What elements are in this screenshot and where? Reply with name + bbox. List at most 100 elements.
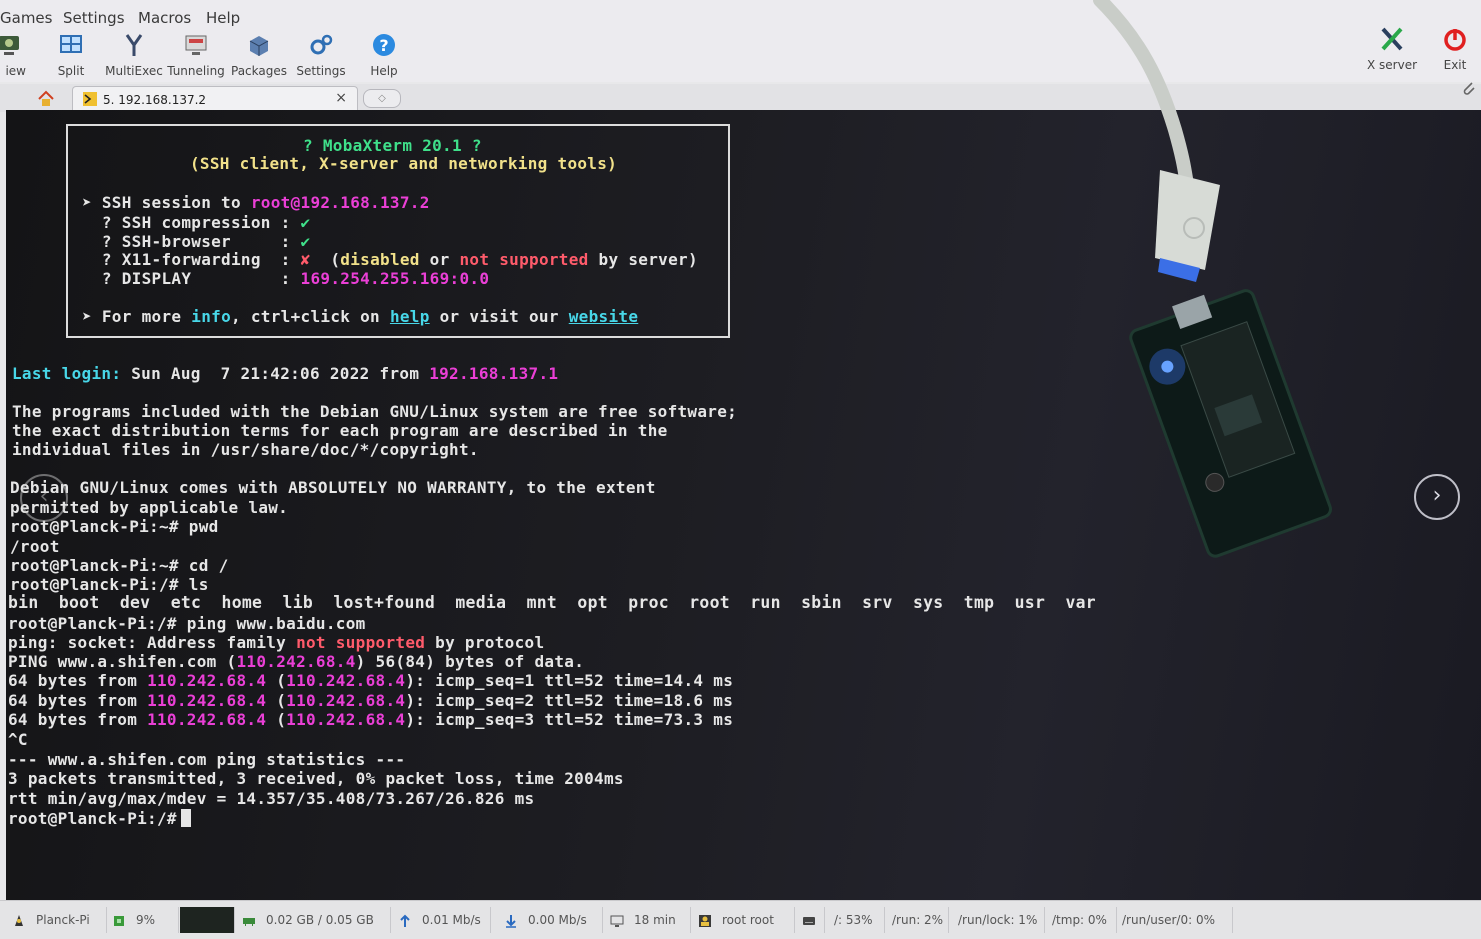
x11-disabled: disabled <box>340 250 420 269</box>
status-upload: 0.01 Mb/s <box>392 907 491 933</box>
help-button[interactable]: ? Help <box>353 32 415 78</box>
out-ls: bin boot dev etc home lib lost+found med… <box>8 593 1096 612</box>
split-button[interactable]: Split <box>40 32 102 78</box>
status-cpu: 9% <box>106 907 179 933</box>
svg-text:?: ? <box>379 36 388 55</box>
menu-games[interactable]: Games <box>0 9 52 27</box>
help-label: Help <box>370 64 398 78</box>
x11-close: by server) <box>588 250 698 269</box>
home-icon[interactable] <box>37 90 55 108</box>
warranty-line-1: Debian GNU/Linux comes with ABSOLUTELY N… <box>10 478 656 497</box>
website-link[interactable]: website <box>569 307 639 326</box>
reply-open: ( <box>266 671 287 690</box>
cpu-icon <box>114 915 124 926</box>
status-memory: 0.02 GB / 0.05 GB <box>236 907 391 933</box>
user-icon <box>699 914 711 927</box>
menu-macros[interactable]: Macros <box>138 9 191 27</box>
err-prefix: ping: socket: Address family <box>8 633 297 652</box>
multiexec-button[interactable]: MultiExec <box>103 32 165 78</box>
browser-label: ? SSH-browser : <box>82 232 301 251</box>
more-prefix: ➤ For more <box>82 307 192 326</box>
terminal-tab-icon <box>83 92 97 106</box>
settings-icon <box>310 34 333 55</box>
multiexec-label: MultiExec <box>105 64 163 78</box>
ping-header-line: PING www.a.shifen.com (110.242.68.4) 56(… <box>8 652 584 671</box>
users-value: root root <box>722 913 774 927</box>
reply-tail: icmp_seq=3 ttl=52 time=73.3 ms <box>435 710 734 729</box>
cpu-graph <box>180 907 235 933</box>
text-cursor <box>181 809 191 827</box>
banner-display-line: ? DISPLAY : 169.254.255.169:0.0 <box>82 269 489 288</box>
stats-header: --- www.a.shifen.com ping statistics --- <box>8 750 406 769</box>
banner-title-text: ? MobaXterm 20.1 ? <box>303 136 482 155</box>
packages-icon <box>249 36 269 56</box>
last-login-label: Last login: <box>12 364 122 383</box>
status-uptime: 18 min <box>604 907 691 933</box>
disk-icon <box>803 916 815 925</box>
attach-icon[interactable] <box>1460 80 1478 98</box>
cmd-ls: root@Planck-Pi:/# ls <box>10 575 209 594</box>
packages-button[interactable]: Packages <box>228 32 290 78</box>
reply-close: ): <box>405 691 436 710</box>
disk-run: /run: 2% <box>886 907 949 933</box>
upload-arrow-icon <box>400 914 410 927</box>
new-tab-button[interactable]: ◇ <box>363 89 401 108</box>
multiexec-icon <box>125 34 143 56</box>
reply-close: ): <box>405 671 436 690</box>
tunneling-button[interactable]: Tunneling <box>165 32 227 78</box>
host-name: Planck-Pi <box>36 913 90 927</box>
reply-ip-paren: 110.242.68.4 <box>286 691 406 710</box>
ping-reply-1: 64 bytes from 110.242.68.4 (110.242.68.4… <box>8 671 733 690</box>
xserver-button[interactable]: X server <box>1361 26 1423 72</box>
current-prompt[interactable]: root@Planck-Pi:/# <box>8 809 187 828</box>
download-arrow-icon <box>506 914 516 928</box>
exit-button[interactable]: Exit <box>1424 26 1481 72</box>
help-link[interactable]: help <box>390 307 430 326</box>
reply-ip: 110.242.68.4 <box>147 691 267 710</box>
linux-penguin-icon <box>15 914 23 926</box>
banner-x11-line: ? X11-forwarding : ✘ (disabled or not su… <box>82 250 698 269</box>
split-icon <box>60 35 82 53</box>
compression-label: ? SSH compression : <box>82 213 301 232</box>
reply-ip-paren: 110.242.68.4 <box>286 710 406 729</box>
status-users: root root <box>692 907 795 933</box>
previous-arrow-icon[interactable]: ‹ <box>20 474 68 522</box>
motd-line-2: the exact distribution terms for each pr… <box>12 421 668 440</box>
status-disk <box>796 907 825 933</box>
settings-button[interactable]: Settings <box>290 32 352 78</box>
usb-device-photo <box>1093 0 1332 558</box>
banner-title: ? MobaXterm 20.1 ? <box>303 136 482 155</box>
tab-label: 5. 192.168.137.2 <box>103 93 207 107</box>
ping-prefix: PING www.a.shifen.com ( <box>8 652 237 671</box>
disk-tmp: /tmp: 0% <box>1046 907 1117 933</box>
next-arrow-icon[interactable]: › <box>1414 474 1460 520</box>
check-icon: ✔ <box>300 232 311 251</box>
banner-more-line: ➤ For more info, ctrl+click on help or v… <box>82 307 638 326</box>
uptime-monitor-icon <box>610 915 624 927</box>
view-label: iew <box>5 64 26 78</box>
tab-session[interactable]: 5. 192.168.137.2 × <box>72 86 358 113</box>
tab-close-icon[interactable]: × <box>335 90 347 106</box>
upload-value: 0.01 Mb/s <box>422 913 481 927</box>
ctrl-c-line: ^C <box>8 730 28 749</box>
motd-line-1: The programs included with the Debian GN… <box>12 402 738 421</box>
packages-label: Packages <box>231 64 287 78</box>
reply-tail: icmp_seq=2 ttl=52 time=18.6 ms <box>435 691 734 710</box>
last-login-text: Sun Aug 7 21:42:06 2022 from <box>121 364 430 383</box>
help-icon: ? <box>373 34 395 56</box>
cpu-value: 9% <box>136 913 156 927</box>
info-link[interactable]: info <box>191 307 231 326</box>
tunneling-label: Tunneling <box>167 64 225 78</box>
reply-open: ( <box>266 710 287 729</box>
session-prefix: ➤ SSH session to <box>82 193 251 212</box>
session-host: 192.168.137.2 <box>300 193 430 212</box>
display-value: 169.254.255.169:0.0 <box>300 269 490 288</box>
view-button[interactable]: iew <box>0 32 40 78</box>
memory-value: 0.02 GB / 0.05 GB <box>266 913 374 927</box>
cmd-cd: root@Planck-Pi:~# cd / <box>10 556 229 575</box>
tunneling-icon <box>185 35 207 55</box>
menu-settings[interactable]: Settings <box>63 9 125 27</box>
exit-label: Exit <box>1443 58 1467 72</box>
check-icon: ✔ <box>300 213 311 232</box>
menu-help[interactable]: Help <box>206 9 240 27</box>
